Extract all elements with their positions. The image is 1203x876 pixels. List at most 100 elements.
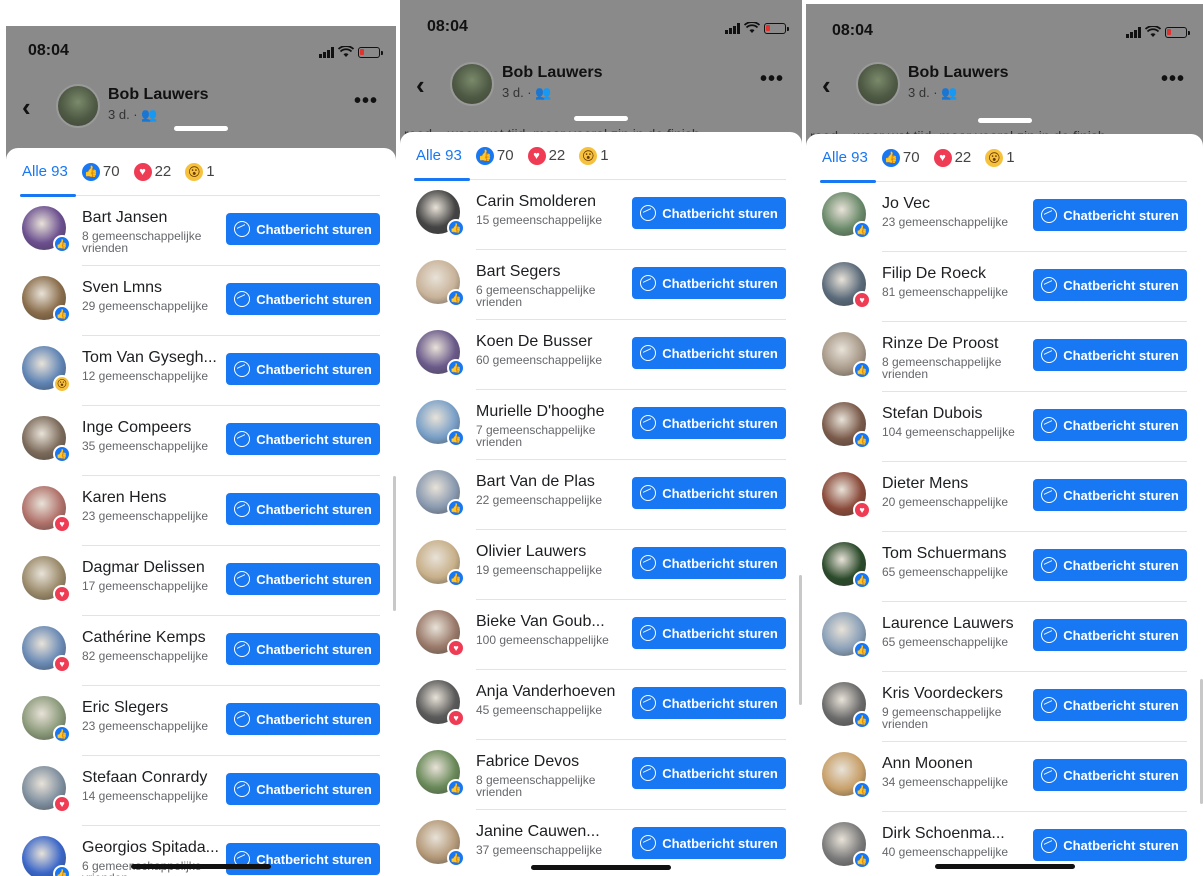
person-name[interactable]: Eric Slegers [82,699,232,717]
scrollbar[interactable] [799,575,802,705]
list-item[interactable]: ♥ Cathérine Kemps 82 gemeenschappelijke Cha… [22,616,380,686]
list-item[interactable]: ♥ Filip De Roeck 81 gemeenschappelijke Chat… [822,252,1187,322]
list-item[interactable]: ♥ Bieke Van Goub... 100 gemeenschappelijke… [416,600,786,670]
more-button[interactable]: ••• [1161,68,1185,91]
send-message-button[interactable]: Chatbericht sturen [226,213,380,245]
send-message-button[interactable]: Chatbericht sturen [226,633,380,665]
send-message-button[interactable]: Chatbericht sturen [226,283,380,315]
person-name[interactable]: Dirk Schoenma... [882,825,1032,843]
profile-avatar[interactable] [856,62,900,106]
send-message-button[interactable]: Chatbericht sturen [226,703,380,735]
send-message-button[interactable]: Chatbericht sturen [226,843,380,875]
person-name[interactable]: Stefaan Conrardy [82,769,232,787]
person-name[interactable]: Tom Schuermans [882,545,1032,563]
person-name[interactable]: Carin Smolderen [476,193,626,211]
send-message-button[interactable]: Chatbericht sturen [1033,479,1187,511]
list-item[interactable]: 👍 Bart Van de Plas 22 gemeenschappelijke Ch… [416,460,786,530]
list-item[interactable]: 👍 Laurence Lauwers 65 gemeenschappelijke Ch… [822,602,1187,672]
list-item[interactable]: ♥ Anja Vanderhoeven 45 gemeenschappelijke C… [416,670,786,740]
list-item[interactable]: 👍 Jo Vec 23 gemeenschappelijke Chatbericht … [822,182,1187,252]
profile-name[interactable]: Bob Lauwers [502,64,602,82]
send-message-button[interactable]: Chatbericht sturen [1033,199,1187,231]
home-indicator[interactable] [531,865,671,870]
person-name[interactable]: Inge Compeers [82,419,232,437]
person-name[interactable]: Dieter Mens [882,475,1032,493]
list-item[interactable]: 👍 Eric Slegers 23 gemeenschappelijke Chatbe… [22,686,380,756]
tab-wow[interactable]: 😮 1 [985,134,1015,182]
send-message-button[interactable]: Chatbericht sturen [1033,339,1187,371]
person-name[interactable]: Bart Segers [476,263,626,281]
back-button[interactable]: ‹ [416,72,425,98]
person-name[interactable]: Laurence Lauwers [882,615,1032,633]
list-item[interactable]: 👍 Koen De Busser 60 gemeenschappelijke Chat… [416,320,786,390]
person-name[interactable]: Janine Cauwen... [476,823,626,841]
home-indicator[interactable] [934,864,1075,869]
person-name[interactable]: Kris Voordeckers [882,685,1032,703]
person-name[interactable]: Georgios Spitada... [82,839,232,857]
send-message-button[interactable]: Chatbericht sturen [1033,409,1187,441]
send-message-button[interactable]: Chatbericht sturen [226,493,380,525]
tab-love[interactable]: ♥ 22 [933,134,971,182]
list-item[interactable]: 👍 Olivier Lauwers 19 gemeenschappelijke Cha… [416,530,786,600]
back-button[interactable]: ‹ [22,94,31,120]
tab-all[interactable]: Alle 93 [820,134,876,183]
send-message-button[interactable]: Chatbericht sturen [1033,829,1187,861]
list-item[interactable]: 👍 Ann Moonen 34 gemeenschappelijke Chatberi… [822,742,1187,812]
person-name[interactable]: Cathérine Kemps [82,629,232,647]
list-item[interactable]: 👍 Rinze De Proost 8 gemeenschappelijke vri… [822,322,1187,392]
sheet-grabber[interactable] [574,116,628,121]
list-item[interactable]: 👍 Kris Voordeckers 9 gemeenschappelijke vr… [822,672,1187,742]
back-button[interactable]: ‹ [822,72,831,98]
tab-all[interactable]: Alle 93 [20,148,76,197]
home-indicator[interactable] [131,864,271,869]
send-message-button[interactable]: Chatbericht sturen [632,407,786,439]
person-name[interactable]: Anja Vanderhoeven [476,683,626,701]
tab-wow[interactable]: 😮 1 [185,148,215,196]
list-item[interactable]: 👍 Murielle D'hooghe 7 gemeenschappelijke v… [416,390,786,460]
more-button[interactable]: ••• [760,68,784,91]
list-item[interactable]: 👍 Bart Jansen 8 gemeenschappelijke vriende… [22,196,380,266]
person-name[interactable]: Murielle D'hooghe [476,403,626,421]
profile-name[interactable]: Bob Lauwers [108,86,208,104]
list-item[interactable]: 👍 Fabrice Devos 8 gemeenschappelijke vrien… [416,740,786,810]
list-item[interactable]: ♥ Dagmar Delissen 17 gemeenschappelijke Cha… [22,546,380,616]
send-message-button[interactable]: Chatbericht sturen [632,337,786,369]
send-message-button[interactable]: Chatbericht sturen [226,353,380,385]
tab-like[interactable]: 👍 70 [81,148,120,196]
list-item[interactable]: 👍 Sven Lmns 29 gemeenschappelijke Chatberic… [22,266,380,336]
profile-avatar[interactable] [450,62,494,106]
send-message-button[interactable]: Chatbericht sturen [632,477,786,509]
person-name[interactable]: Karen Hens [82,489,232,507]
person-name[interactable]: Sven Lmns [82,279,232,297]
list-item[interactable]: 👍 Carin Smolderen 15 gemeenschappelijke Cha… [416,180,786,250]
person-name[interactable]: Tom Van Gysegh... [82,349,232,367]
send-message-button[interactable]: Chatbericht sturen [632,827,786,859]
more-button[interactable]: ••• [354,90,378,113]
tab-wow[interactable]: 😮 1 [579,132,609,180]
person-name[interactable]: Stefan Dubois [882,405,1032,423]
person-name[interactable]: Bieke Van Goub... [476,613,626,631]
person-name[interactable]: Olivier Lauwers [476,543,626,561]
person-name[interactable]: Fabrice Devos [476,753,626,771]
list-item[interactable]: ♥ Dieter Mens 20 gemeenschappelijke Chatber… [822,462,1187,532]
send-message-button[interactable]: Chatbericht sturen [632,267,786,299]
tab-like[interactable]: 👍 70 [475,132,514,180]
list-item[interactable]: ♥ Stefaan Conrardy 14 gemeenschappelijke Ch… [22,756,380,826]
send-message-button[interactable]: Chatbericht sturen [1033,619,1187,651]
list-item[interactable]: 👍 Tom Schuermans 65 gemeenschappelijke Chat… [822,532,1187,602]
list-item[interactable]: 👍 Inge Compeers 35 gemeenschappelijke Chatb… [22,406,380,476]
list-item[interactable]: 👍 Stefan Dubois 104 gemeenschappelijke Chat… [822,392,1187,462]
list-item[interactable]: 😮 Tom Van Gysegh... 12 gemeenschappelijke C… [22,336,380,406]
person-name[interactable]: Koen De Busser [476,333,626,351]
sheet-grabber[interactable] [977,118,1032,123]
send-message-button[interactable]: Chatbericht sturen [632,617,786,649]
person-name[interactable]: Rinze De Proost [882,335,1032,353]
tab-all[interactable]: Alle 93 [414,132,470,181]
tab-love[interactable]: ♥ 22 [133,148,171,196]
person-name[interactable]: Ann Moonen [882,755,1032,773]
list-item[interactable]: 👍 Bart Segers 6 gemeenschappelijke vriende… [416,250,786,320]
send-message-button[interactable]: Chatbericht sturen [226,563,380,595]
sheet-grabber[interactable] [174,126,228,131]
profile-name[interactable]: Bob Lauwers [908,64,1008,82]
person-name[interactable]: Jo Vec [882,195,1032,213]
